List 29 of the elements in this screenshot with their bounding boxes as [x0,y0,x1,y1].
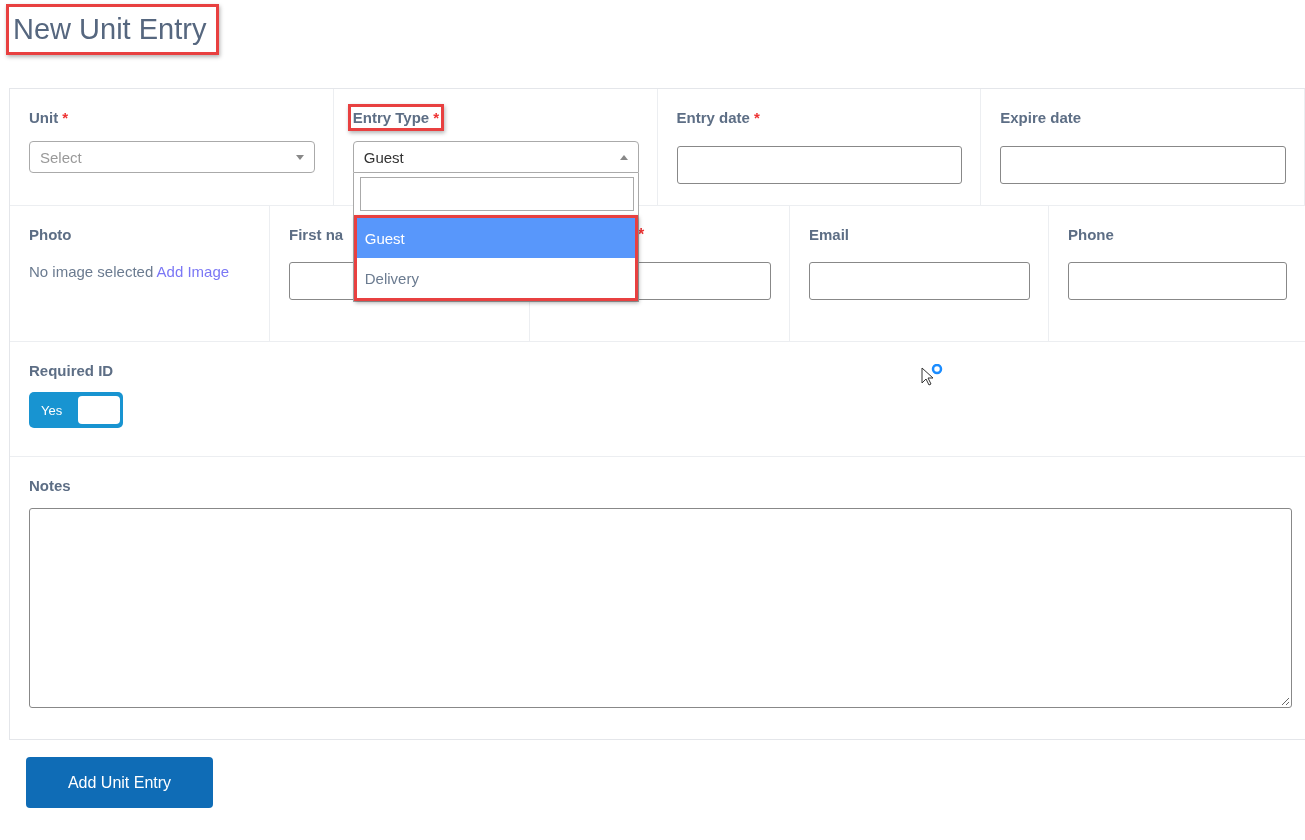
caret-up-icon [619,154,628,160]
field-label: Expire date [999,108,1083,128]
text-field[interactable] [1000,146,1286,184]
add-image-link[interactable]: Add Image [156,263,230,280]
notes-field[interactable] [29,508,1292,708]
photo-status-text: No image selected Add Image [29,262,231,282]
field-label: Required ID [29,362,114,379]
entry-type-select[interactable]: Guest [352,141,639,173]
add-unit-entry-button[interactable]: Add Unit Entry [26,757,213,808]
field-label: Entry Type * [347,104,445,131]
caret-down-icon [295,154,304,160]
field-label: Phone [1068,226,1114,245]
field-label: First na [289,226,344,245]
cursor-icon [921,364,945,386]
text-field[interactable] [809,262,1030,300]
text-field[interactable] [1068,262,1287,300]
field-label: Photo [29,226,72,243]
page-title: New Unit Entry [6,4,220,55]
field-label: Email [809,226,850,245]
text-field[interactable] [676,146,963,184]
toggle-switch[interactable]: Yes [29,392,123,428]
dropdown-search-field[interactable] [359,177,634,211]
field-label: Notes [29,477,71,494]
field-label: Entry date * [675,108,761,128]
resize-grip-icon [1281,697,1289,705]
unit-select[interactable]: Select [29,141,315,173]
dropdown-option[interactable]: Delivery [356,258,635,298]
field-label: Unit * [28,108,70,128]
dropdown-option[interactable]: Guest [356,218,635,258]
